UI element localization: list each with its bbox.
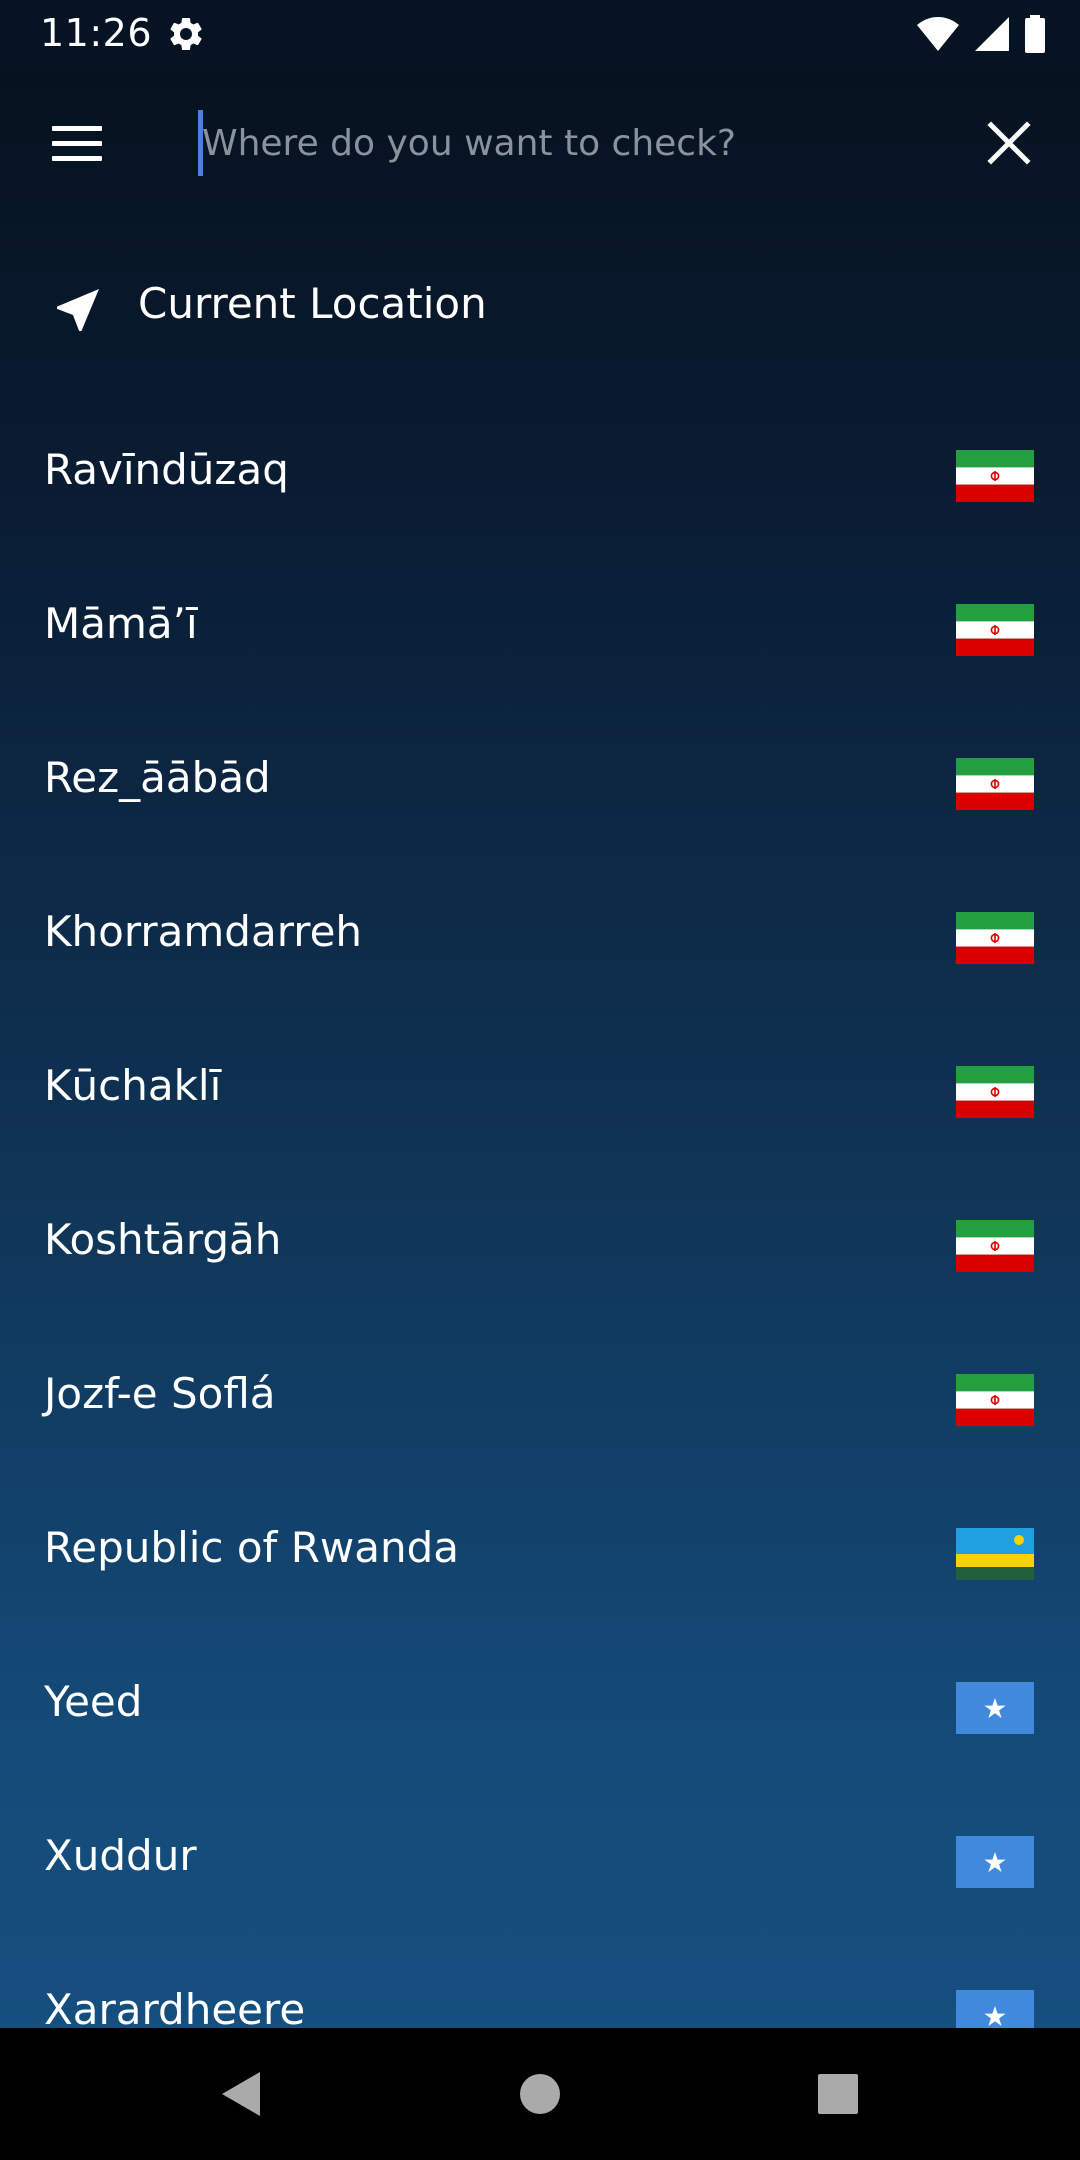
gear-icon	[170, 17, 202, 50]
list-item[interactable]: Xuddur	[0, 1780, 1080, 1934]
iran-flag-icon	[956, 1374, 1034, 1426]
iran-flag-icon	[956, 604, 1034, 656]
current-location-item[interactable]: Current Location	[0, 256, 1080, 376]
place-name: Ravīndūzaq	[44, 445, 289, 494]
somalia-flag-icon	[956, 1682, 1034, 1734]
back-icon[interactable]	[204, 2058, 276, 2130]
list-item[interactable]: Yeed	[0, 1626, 1080, 1780]
list-item[interactable]: Kūchaklī	[0, 1010, 1080, 1164]
main-content: Current Location Ravīndūzaq Māmā’ī	[0, 66, 1080, 2028]
place-name: Khorramdarreh	[44, 907, 363, 956]
place-name: Xarardheere	[44, 1985, 306, 2028]
signal-icon	[975, 17, 1009, 51]
status-bar: 11:26	[0, 0, 1080, 66]
place-name: Yeed	[44, 1677, 143, 1726]
place-name: Xuddur	[44, 1831, 197, 1880]
place-name: Republic of Rwanda	[44, 1523, 459, 1572]
list-item[interactable]: Jozf-e Soflá	[0, 1318, 1080, 1472]
somalia-flag-icon	[956, 1836, 1034, 1888]
wifi-icon	[917, 17, 959, 51]
list-item[interactable]: Xarardheere	[0, 1934, 1080, 2028]
iran-flag-icon	[956, 912, 1034, 964]
place-name: Kūchaklī	[44, 1061, 222, 1110]
somalia-flag-icon	[956, 1990, 1034, 2028]
status-icons	[916, 12, 1046, 56]
list-item[interactable]: Māmā’ī	[0, 548, 1080, 702]
menu-icon-bar	[52, 126, 102, 131]
menu-icon-bar	[52, 141, 102, 146]
iran-flag-icon	[956, 1220, 1034, 1272]
list-item[interactable]: Republic of Rwanda	[0, 1472, 1080, 1626]
list-item[interactable]: Ravīndūzaq	[0, 394, 1080, 548]
search-header	[0, 66, 1080, 222]
system-nav-bar	[0, 2028, 1080, 2160]
place-name: Jozf-e Soflá	[44, 1369, 276, 1418]
app-screen: 11:26 Where do you want to check? Curren…	[0, 0, 1080, 2160]
close-icon[interactable]	[986, 120, 1032, 166]
navigation-arrow-icon	[57, 289, 99, 331]
status-time: 11:26	[40, 11, 153, 55]
place-name: Māmā’ī	[44, 599, 198, 648]
list-item[interactable]: Koshtārgāh	[0, 1164, 1080, 1318]
menu-icon[interactable]	[48, 120, 106, 168]
place-name: Rez_āābād	[44, 753, 271, 802]
iran-flag-icon	[956, 1066, 1034, 1118]
battery-icon	[1025, 15, 1045, 53]
iran-flag-icon	[956, 450, 1034, 502]
list-item[interactable]: Khorramdarreh	[0, 856, 1080, 1010]
search-field[interactable]	[196, 110, 956, 176]
search-results-list: Ravīndūzaq Māmā’ī Rez_āābād Khorramdarre…	[0, 394, 1080, 2028]
search-input[interactable]	[202, 110, 902, 176]
current-location-label: Current Location	[138, 279, 487, 328]
iran-flag-icon	[956, 758, 1034, 810]
home-icon[interactable]	[504, 2058, 576, 2130]
recents-icon[interactable]	[802, 2058, 874, 2130]
rwanda-flag-icon	[956, 1528, 1034, 1580]
menu-icon-bar	[52, 156, 102, 161]
place-name: Koshtārgāh	[44, 1215, 282, 1264]
list-item[interactable]: Rez_āābād	[0, 702, 1080, 856]
